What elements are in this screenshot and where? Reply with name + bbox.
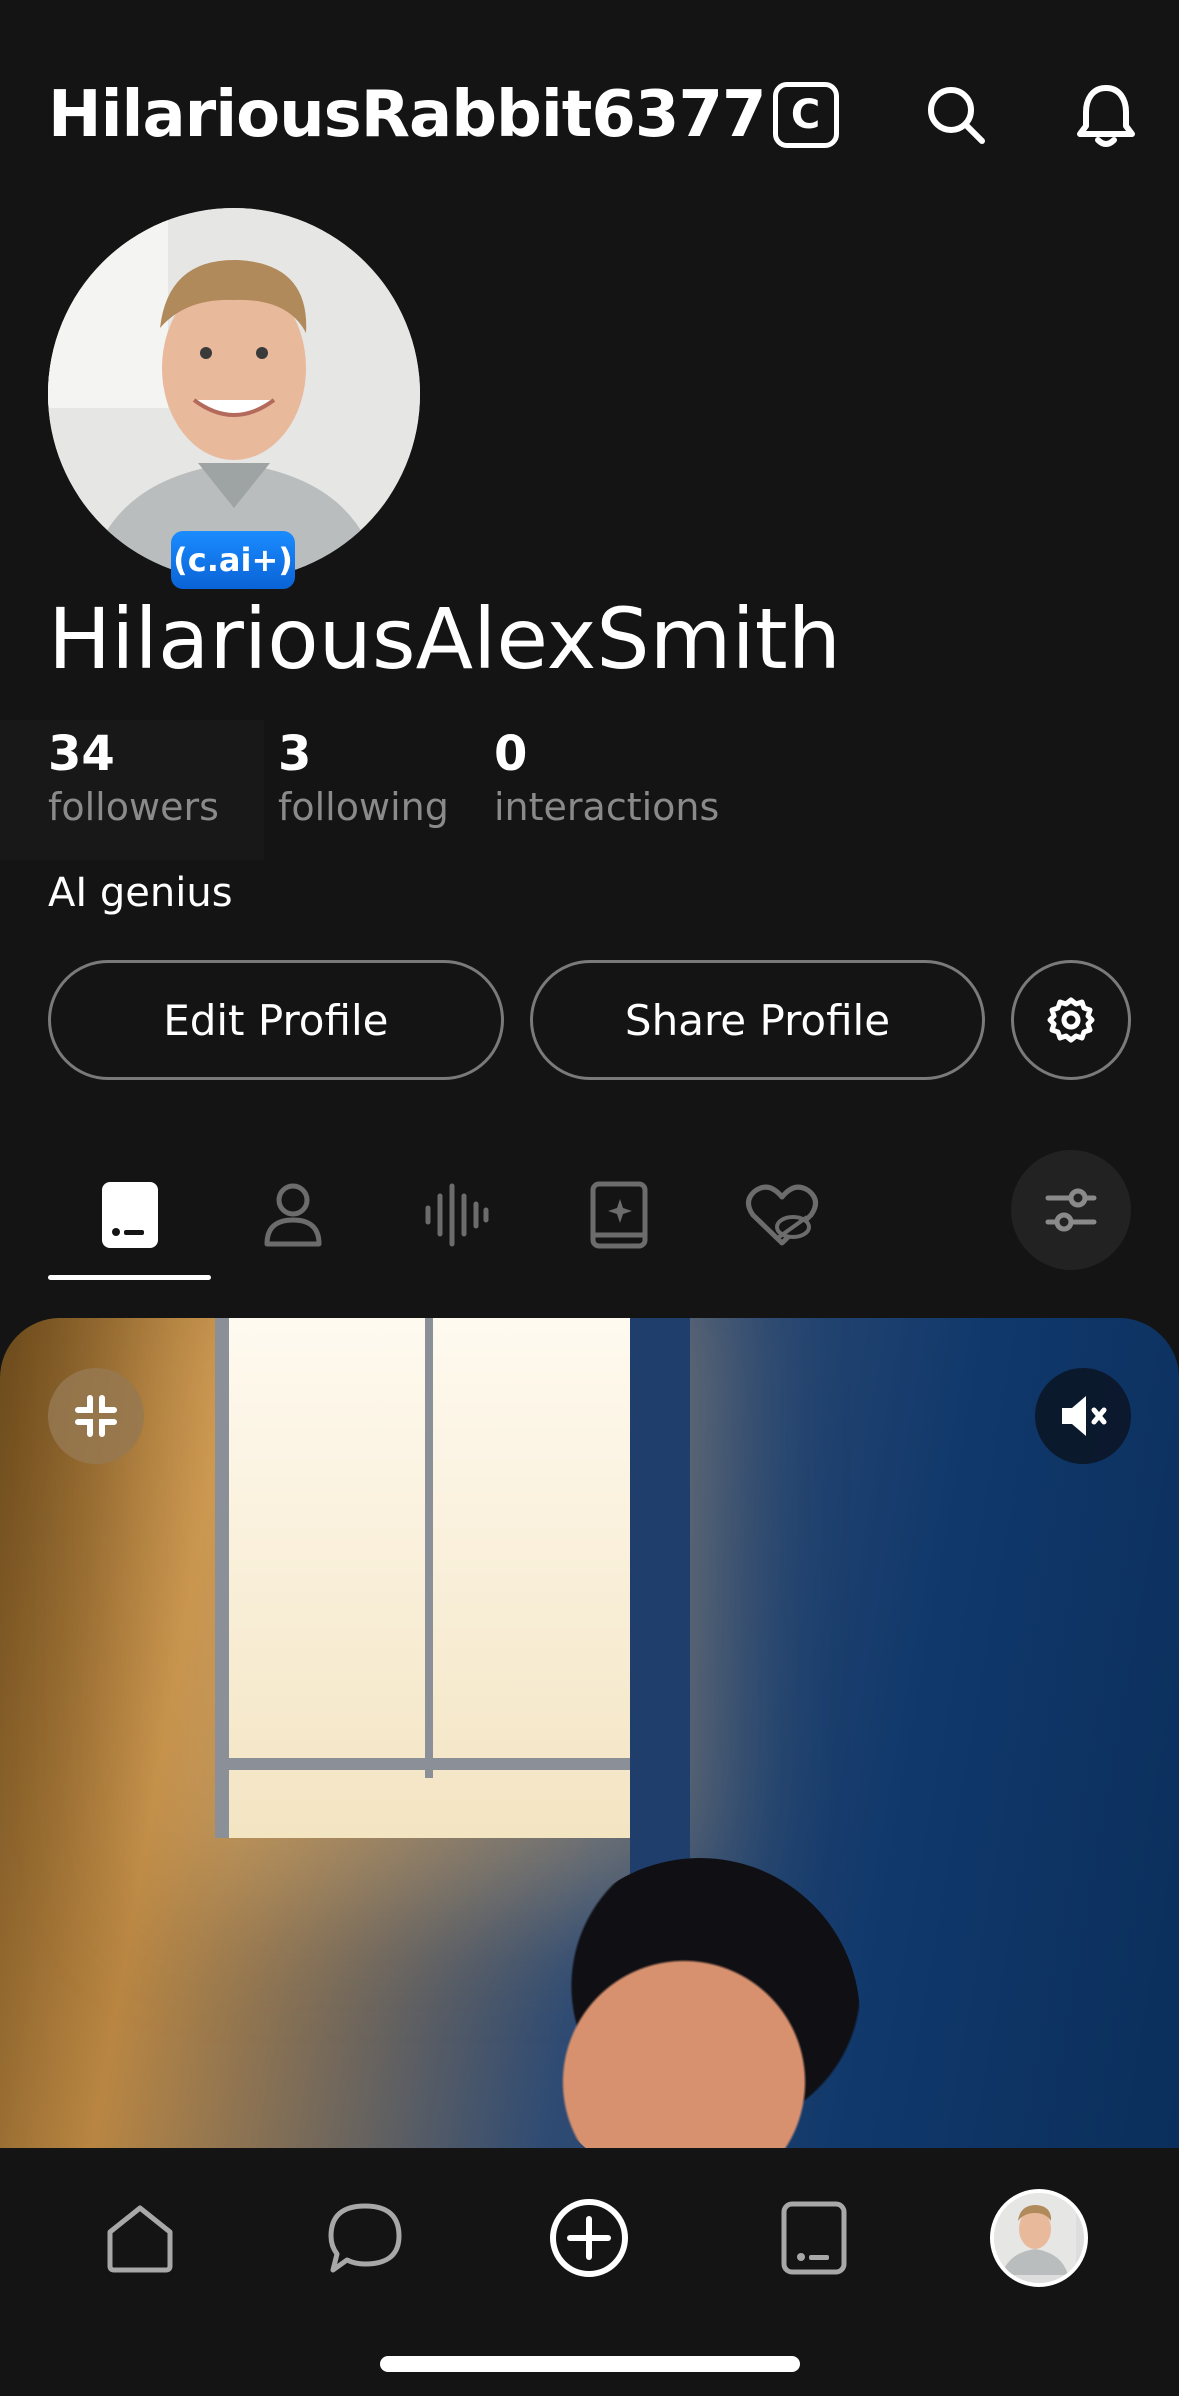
character-card-icon	[101, 1182, 158, 1248]
nav-library[interactable]	[759, 2183, 869, 2293]
profile-actions: Edit Profile Share Profile	[48, 960, 1131, 1080]
avatar	[48, 208, 420, 580]
person-icon	[264, 1183, 321, 1247]
nav-chats[interactable]	[310, 2183, 420, 2293]
heart-hidden-icon	[745, 1184, 818, 1246]
search-icon[interactable]	[916, 75, 996, 155]
display-name: HilariousAlexSmith	[48, 590, 841, 688]
c-badge-label: C	[772, 82, 839, 148]
cai-plus-badge: (c.ai+)	[171, 531, 295, 589]
filter-button[interactable]	[1011, 1150, 1131, 1270]
tab-personas[interactable]	[211, 1150, 374, 1280]
top-bar: HilariousRabbit6377 C	[48, 70, 1135, 160]
interactions-count: 0	[494, 726, 528, 782]
person-image	[540, 1858, 860, 2148]
book-sparkle-icon	[590, 1181, 647, 1249]
nav-create[interactable]	[534, 2183, 644, 2293]
audio-wave-icon	[425, 1183, 488, 1247]
top-icons: C	[766, 75, 1146, 155]
tab-characters[interactable]	[48, 1150, 211, 1280]
settings-button[interactable]	[1011, 960, 1131, 1080]
interactions-stat: 0 interactions	[494, 720, 719, 860]
plus-circle-icon	[550, 2199, 629, 2277]
profile-avatar-small	[989, 2189, 1088, 2287]
profile-tabs	[48, 1150, 1131, 1280]
following-stat[interactable]: 3 following	[264, 720, 494, 860]
stats-row: 34 followers 3 following 0 interactions	[0, 720, 719, 860]
tab-voices[interactable]	[374, 1150, 537, 1280]
collapse-icon	[75, 1395, 117, 1437]
followers-count: 34	[48, 726, 115, 782]
following-count: 3	[278, 726, 312, 782]
home-indicator	[380, 2356, 800, 2372]
home-icon	[107, 2205, 173, 2273]
feed-video-card[interactable]	[0, 1318, 1179, 2148]
window-image	[215, 1318, 645, 1838]
chat-bubble-icon	[328, 2203, 402, 2273]
sliders-icon	[1045, 1188, 1097, 1232]
bio: AI genius	[48, 870, 233, 916]
followers-stat[interactable]: 34 followers	[0, 720, 264, 860]
edit-profile-button[interactable]: Edit Profile	[48, 960, 504, 1080]
speaker-muted-icon	[1062, 1396, 1107, 1436]
tab-books[interactable]	[537, 1150, 700, 1280]
window-frame	[630, 1318, 690, 1878]
tab-liked[interactable]	[700, 1150, 863, 1280]
nav-home[interactable]	[85, 2183, 195, 2293]
minimize-button[interactable]	[48, 1368, 144, 1464]
gear-icon	[1047, 997, 1095, 1043]
followers-label: followers	[48, 785, 219, 829]
profile-avatar[interactable]: (c.ai+)	[48, 208, 420, 589]
bottom-navigation	[0, 2148, 1179, 2396]
c-badge-icon[interactable]: C	[766, 75, 846, 155]
interactions-label: interactions	[494, 785, 720, 829]
username: HilariousRabbit6377	[48, 78, 766, 152]
following-label: following	[278, 785, 449, 829]
bell-icon[interactable]	[1066, 75, 1146, 155]
character-card-outline-icon	[781, 2201, 847, 2275]
nav-profile[interactable]	[984, 2183, 1094, 2293]
share-profile-button[interactable]: Share Profile	[529, 960, 986, 1080]
mute-button[interactable]	[1035, 1368, 1131, 1464]
